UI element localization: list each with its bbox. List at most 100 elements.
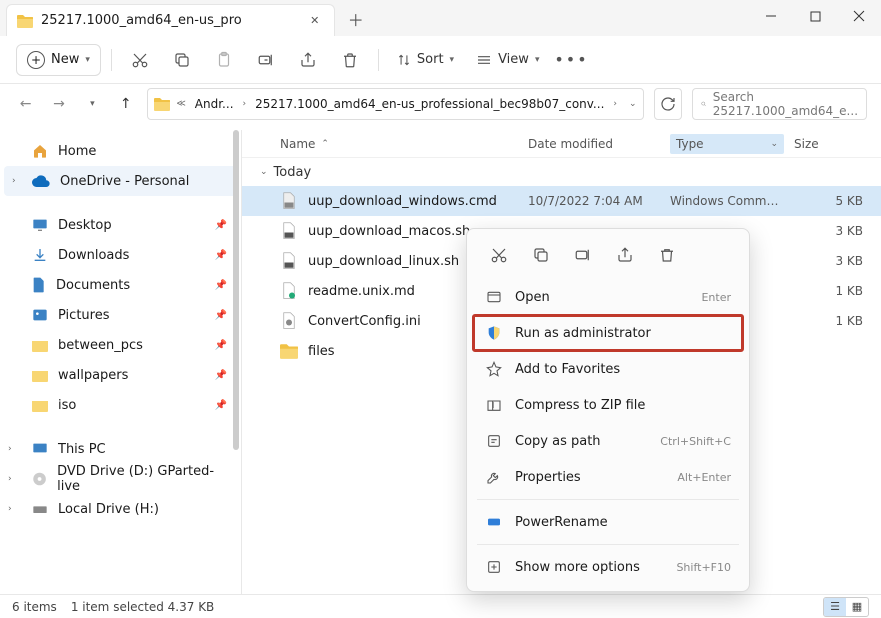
ctx-show-more[interactable]: Show more options Shift+F10 [473, 549, 743, 585]
sidebar-item-wallpapers[interactable]: wallpapers 📌 [4, 360, 237, 390]
star-icon [485, 360, 503, 378]
file-size: 3 KB [784, 224, 881, 238]
crumb-sep[interactable]: › [613, 99, 617, 109]
column-headers: Name⌃ Date modified Type⌄ Size [242, 130, 881, 158]
tab-close-button[interactable]: ✕ [306, 12, 324, 30]
back-button[interactable]: ← [14, 90, 37, 118]
new-button-label: New [51, 52, 79, 67]
ctx-run-as-admin[interactable]: Run as administrator [473, 315, 743, 351]
sort-indicator-icon: ⌃ [321, 139, 329, 149]
sidebar-item-dvd[interactable]: › DVD Drive (D:) GParted-live [4, 464, 237, 494]
delete-button[interactable] [332, 44, 368, 76]
expand-icon[interactable]: › [8, 504, 12, 514]
file-name: uup_download_macos.sh [308, 224, 470, 239]
more-button[interactable]: ••• [553, 44, 589, 76]
column-size[interactable]: Size [784, 137, 881, 151]
cut-button[interactable] [122, 44, 158, 76]
ctx-properties[interactable]: Properties Alt+Enter [473, 459, 743, 495]
column-date[interactable]: Date modified [528, 137, 670, 151]
new-button[interactable]: + New ▾ [16, 44, 101, 76]
expand-icon[interactable]: › [8, 474, 12, 484]
ctx-label: Run as administrator [515, 326, 731, 341]
new-tab-button[interactable]: ＋ [339, 4, 373, 34]
view-button[interactable]: View ▾ [468, 44, 547, 76]
sidebar-label: DVD Drive (D:) GParted-live [57, 464, 227, 494]
file-type: Windows Comma... [670, 194, 784, 208]
address-bar[interactable]: ≪ Andr... › 25217.1000_amd64_en-us_profe… [147, 88, 643, 120]
refresh-button[interactable] [654, 88, 683, 120]
pin-icon: 📌 [215, 340, 227, 351]
pin-icon: 📌 [215, 280, 227, 291]
ctx-add-favorites[interactable]: Add to Favorites [473, 351, 743, 387]
sidebar-label: Documents [56, 278, 130, 293]
sidebar-item-pictures[interactable]: Pictures 📌 [4, 300, 237, 330]
sidebar-item-downloads[interactable]: Downloads 📌 [4, 240, 237, 270]
sidebar-item-between-pcs[interactable]: between_pcs 📌 [4, 330, 237, 360]
sidebar-item-iso[interactable]: iso 📌 [4, 390, 237, 420]
file-size: 1 KB [784, 284, 881, 298]
up-button[interactable]: ↑ [114, 90, 137, 118]
close-window-button[interactable] [837, 0, 881, 32]
status-selection: 1 item selected 4.37 KB [71, 600, 214, 614]
ctx-shortcut: Alt+Enter [677, 471, 731, 484]
crumb-a[interactable]: Andr... [192, 95, 237, 113]
forward-button[interactable]: → [47, 90, 70, 118]
file-name: ConvertConfig.ini [308, 314, 421, 329]
copy-button[interactable] [164, 44, 200, 76]
ini-file-icon [280, 312, 298, 330]
expand-icon[interactable]: › [8, 444, 12, 454]
status-item-count: 6 items [12, 600, 57, 614]
sidebar-item-documents[interactable]: Documents 📌 [4, 270, 237, 300]
ctx-open[interactable]: Open Enter [473, 279, 743, 315]
sidebar-item-onedrive[interactable]: › OneDrive - Personal [4, 166, 237, 196]
address-row: ← → ▾ ↑ ≪ Andr... › 25217.1000_amd64_en-… [0, 84, 881, 130]
column-name[interactable]: Name⌃ [280, 137, 528, 151]
sort-button[interactable]: Sort ▾ [389, 44, 462, 76]
history-chevron[interactable]: ⌄ [629, 99, 637, 109]
ctx-compress-zip[interactable]: Compress to ZIP file [473, 387, 743, 423]
crumb-b[interactable]: 25217.1000_amd64_en-us_professional_bec9… [252, 95, 607, 113]
group-label: Today [274, 165, 312, 180]
recent-button[interactable]: ▾ [81, 90, 104, 118]
view-grid-button[interactable]: ▦ [846, 598, 868, 616]
ctx-label: Open [515, 290, 689, 305]
ctx-copy-button[interactable] [527, 241, 555, 269]
crumb-sep[interactable]: ≪ [176, 99, 185, 109]
rename-button[interactable] [248, 44, 284, 76]
sh-file-icon [280, 252, 298, 270]
folder-icon [32, 368, 48, 382]
sidebar-item-local-drive[interactable]: › Local Drive (H:) [4, 494, 237, 524]
sidebar-item-home[interactable]: Home [4, 136, 237, 166]
sidebar-item-desktop[interactable]: Desktop 📌 [4, 210, 237, 240]
sidebar-label: This PC [58, 442, 106, 457]
sidebar-label: iso [58, 398, 76, 413]
ctx-powerrename[interactable]: PowerRename [473, 504, 743, 540]
ctx-copy-path[interactable]: Copy as path Ctrl+Shift+C [473, 423, 743, 459]
search-box[interactable]: Search 25217.1000_amd64_e... [692, 88, 867, 120]
group-header-today[interactable]: ⌄ Today [242, 158, 881, 186]
maximize-button[interactable] [793, 0, 837, 32]
ctx-separator [477, 544, 739, 545]
ctx-delete-button[interactable] [653, 241, 681, 269]
ctx-share-button[interactable] [611, 241, 639, 269]
drive-icon [32, 503, 48, 515]
status-bar: 6 items 1 item selected 4.37 KB ☰ ▦ [0, 594, 881, 618]
window-tab[interactable]: 25217.1000_amd64_en-us_pro ✕ [6, 4, 335, 36]
ctx-cut-button[interactable] [485, 241, 513, 269]
ctx-rename-button[interactable] [569, 241, 597, 269]
share-button[interactable] [290, 44, 326, 76]
paste-button[interactable] [206, 44, 242, 76]
chevron-down-icon: ▾ [535, 55, 540, 65]
crumb-sep[interactable]: › [243, 99, 247, 109]
pin-icon: 📌 [215, 370, 227, 381]
sidebar-label: wallpapers [58, 368, 128, 383]
view-details-button[interactable]: ☰ [824, 598, 846, 616]
column-type[interactable]: Type⌄ [670, 134, 784, 154]
expand-icon[interactable]: › [12, 176, 16, 186]
sidebar-scrollbar[interactable] [227, 130, 241, 594]
minimize-button[interactable] [749, 0, 793, 32]
file-name: uup_download_linux.sh [308, 254, 459, 269]
toolbar: + New ▾ Sort ▾ View ▾ ••• [0, 36, 881, 84]
file-row[interactable]: uup_download_windows.cmd 10/7/2022 7:04 … [242, 186, 881, 216]
sidebar-item-thispc[interactable]: › This PC [4, 434, 237, 464]
